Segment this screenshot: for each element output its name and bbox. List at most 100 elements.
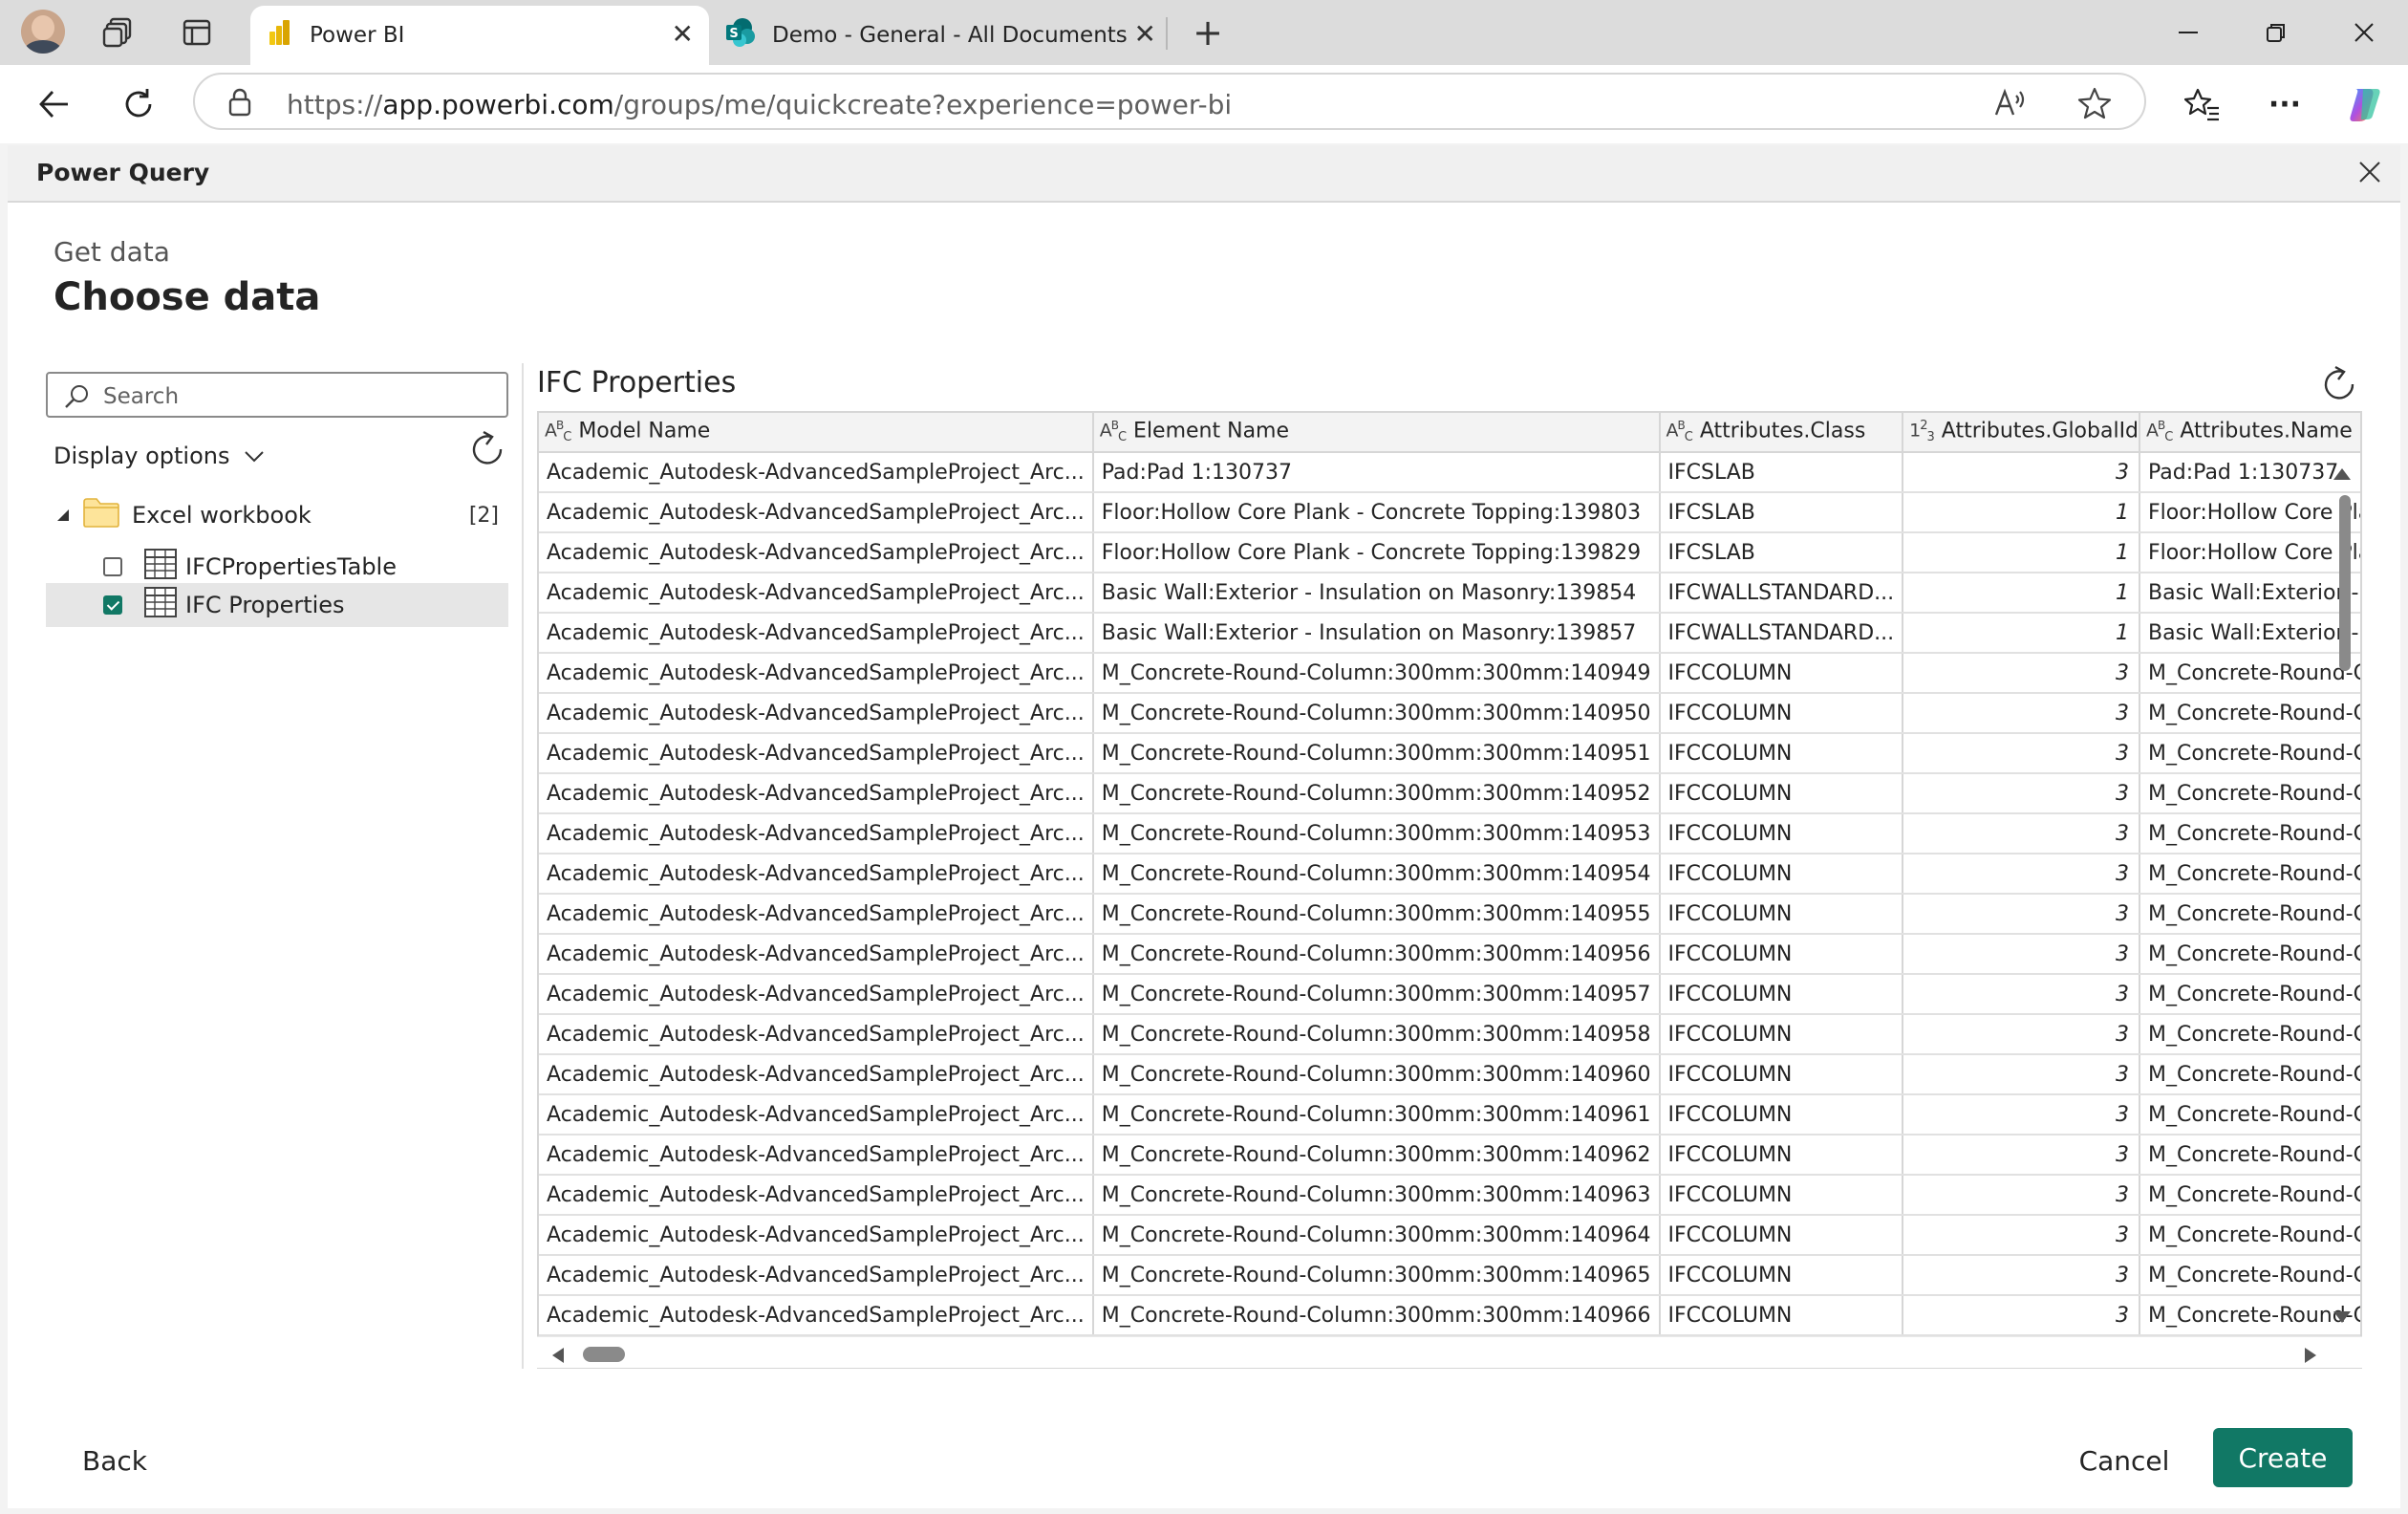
- dialog-header: Power Query: [8, 145, 2400, 203]
- column-header[interactable]: ABC Attributes.Name: [2139, 413, 2360, 453]
- scroll-right-arrow-icon[interactable]: [2303, 1347, 2318, 1368]
- column-header[interactable]: 123 Attributes.GlobalId: [1903, 413, 2141, 453]
- close-window-icon[interactable]: [2343, 11, 2385, 54]
- table-cell: Floor:Hollow Core Plank - Concrete: [2139, 532, 2360, 573]
- preview-table[interactable]: ABC Model Name ABC Element Name ABC Attribute…: [537, 411, 2362, 1369]
- horizontal-scrollbar-thumb[interactable]: [583, 1347, 625, 1362]
- new-tab-button[interactable]: +: [1189, 11, 1227, 54]
- table-row: Academic_Autodesk-AdvancedSampleProject_…: [539, 492, 2360, 533]
- browser-tab-strip: Power BI ✕ S Demo - General - All Docume…: [0, 0, 2408, 65]
- refresh-preview-icon[interactable]: [2320, 365, 2358, 407]
- table-cell: Academic_Autodesk-AdvancedSampleProject_…: [539, 1094, 1094, 1136]
- chevron-down-icon: [244, 443, 265, 469]
- table-cell: 3: [1903, 1054, 2141, 1095]
- table-cell: 1: [1903, 492, 2141, 533]
- table-cell: IFCCOLUMN: [1659, 773, 1904, 814]
- table-cell: M_Concrete-Round-Column:300m: [2139, 773, 2360, 814]
- table-row: Academic_Autodesk-AdvancedSampleProject_…: [539, 452, 2360, 493]
- tab-power-bi[interactable]: Power BI ✕: [250, 6, 709, 65]
- text-type-icon: ABC: [2146, 419, 2173, 445]
- table-cell: M_Concrete-Round-Column:300m: [2139, 653, 2360, 694]
- back-button[interactable]: Back: [67, 1432, 162, 1489]
- table-cell: 3: [1903, 1215, 2141, 1256]
- column-header-label: Attributes.Name: [2180, 420, 2353, 443]
- more-options-icon[interactable]: ···: [2263, 82, 2307, 126]
- profile-avatar[interactable]: [21, 10, 65, 54]
- minimize-icon[interactable]: [2167, 11, 2209, 54]
- table-cell: Basic Wall:Exterior - Insulation on I: [2139, 573, 2360, 614]
- table-cell: M_Concrete-Round-Column:300m: [2139, 1135, 2360, 1176]
- display-options-dropdown[interactable]: Display options: [54, 443, 265, 469]
- table-cell: M_Concrete-Round-Column:300mm:300mm:1409…: [1092, 813, 1661, 854]
- cancel-button[interactable]: Cancel: [2053, 1432, 2196, 1489]
- table-row: Academic_Autodesk-AdvancedSampleProject_…: [539, 974, 2360, 1015]
- vertical-tabs-icon[interactable]: [178, 13, 216, 52]
- copilot-icon[interactable]: [2343, 82, 2387, 126]
- table-row: Academic_Autodesk-AdvancedSampleProject_…: [539, 1295, 2360, 1336]
- address-bar-row: https://app.powerbi.com/groups/me/quickc…: [0, 65, 2408, 144]
- table-row: Academic_Autodesk-AdvancedSampleProject_…: [539, 1175, 2360, 1216]
- favorites-icon[interactable]: [2181, 82, 2225, 126]
- table-cell: M_Concrete-Round-Column:300m: [2139, 693, 2360, 734]
- panel-divider: [522, 363, 524, 1369]
- close-dialog-icon[interactable]: [2353, 155, 2387, 189]
- scroll-down-arrow-icon[interactable]: [2332, 1309, 2353, 1329]
- url-text: https://app.powerbi.com/groups/me/quickc…: [287, 89, 1233, 120]
- column-header-label: Attributes.GlobalId: [1941, 420, 2139, 443]
- table-header-row: ABC Model Name ABC Element Name ABC Attribute…: [539, 413, 2360, 453]
- table-cell: IFCCOLUMN: [1659, 813, 1904, 854]
- table-row: Academic_Autodesk-AdvancedSampleProject_…: [539, 733, 2360, 774]
- vertical-scrollbar-thumb[interactable]: [2339, 495, 2351, 671]
- table-cell: 3: [1903, 894, 2141, 935]
- table-cell: Academic_Autodesk-AdvancedSampleProject_…: [539, 573, 1094, 614]
- close-tab-icon[interactable]: ✕: [672, 21, 694, 48]
- collapse-triangle-icon[interactable]: [55, 502, 73, 529]
- table-cell: Floor:Hollow Core Plank - Concrete Toppi…: [1092, 532, 1661, 573]
- search-input[interactable]: Search: [46, 372, 508, 418]
- table-row: Academic_Autodesk-AdvancedSampleProject_…: [539, 573, 2360, 614]
- scroll-left-arrow-icon[interactable]: [550, 1347, 566, 1368]
- table-cell: IFCWALLSTANDARD...: [1659, 573, 1904, 614]
- column-header[interactable]: ABC Attributes.Class: [1659, 413, 1904, 453]
- table-cell: 3: [1903, 1255, 2141, 1296]
- table-cell: Academic_Autodesk-AdvancedSampleProject_…: [539, 773, 1094, 814]
- scroll-up-arrow-icon[interactable]: [2332, 466, 2353, 486]
- table-row: Academic_Autodesk-AdvancedSampleProject_…: [539, 934, 2360, 975]
- horizontal-scrollbar[interactable]: [537, 1336, 2362, 1368]
- tab-sharepoint[interactable]: S Demo - General - All Documents ✕: [713, 6, 1162, 65]
- tree-item-label: IFC Properties: [185, 592, 345, 618]
- refresh-navigator-icon[interactable]: [468, 430, 506, 472]
- search-icon: [63, 383, 90, 414]
- table-cell: Academic_Autodesk-AdvancedSampleProject_…: [539, 1175, 1094, 1216]
- checkbox-ifcpropertiestable[interactable]: [103, 557, 122, 576]
- column-header[interactable]: ABC Element Name: [1092, 413, 1661, 453]
- tree-item-ifc-properties[interactable]: IFC Properties: [46, 583, 508, 627]
- read-aloud-icon[interactable]: [1993, 86, 2028, 122]
- table-cell: IFCCOLUMN: [1659, 1215, 1904, 1256]
- workspaces-icon[interactable]: [99, 13, 138, 52]
- refresh-icon[interactable]: [117, 82, 161, 126]
- table-cell: M_Concrete-Round-Column:300mm:300mm:1409…: [1092, 693, 1661, 734]
- close-tab-icon[interactable]: ✕: [1134, 21, 1156, 48]
- table-cell: Floor:Hollow Core Plank - Concrete: [2139, 492, 2360, 533]
- table-cell: IFCCOLUMN: [1659, 934, 1904, 975]
- text-type-icon: ABC: [545, 419, 571, 445]
- table-cell: Academic_Autodesk-AdvancedSampleProject_…: [539, 452, 1094, 493]
- create-button[interactable]: Create: [2213, 1428, 2353, 1487]
- table-cell: M_Concrete-Round-Column:300m: [2139, 1215, 2360, 1256]
- tree-folder-label: Excel workbook: [132, 502, 312, 529]
- table-cell: IFCSLAB: [1659, 452, 1904, 493]
- column-header[interactable]: ABC Model Name: [539, 413, 1094, 453]
- lock-icon[interactable]: [227, 88, 252, 120]
- checkbox-ifc-properties[interactable]: [103, 595, 122, 615]
- back-arrow-icon[interactable]: [32, 82, 76, 126]
- search-placeholder: Search: [103, 384, 180, 409]
- restore-icon[interactable]: [2255, 11, 2297, 54]
- table-cell: M_Concrete-Round-Column:300m: [2139, 1255, 2360, 1296]
- tree-folder-excel-workbook[interactable]: Excel workbook [2]: [46, 493, 508, 537]
- table-cell: Academic_Autodesk-AdvancedSampleProject_…: [539, 854, 1094, 895]
- url-field[interactable]: https://app.powerbi.com/groups/me/quickc…: [193, 73, 2146, 130]
- favorite-star-icon[interactable]: [2077, 86, 2112, 124]
- table-cell: 3: [1903, 733, 2141, 774]
- tree-folder-count: [2]: [468, 503, 499, 528]
